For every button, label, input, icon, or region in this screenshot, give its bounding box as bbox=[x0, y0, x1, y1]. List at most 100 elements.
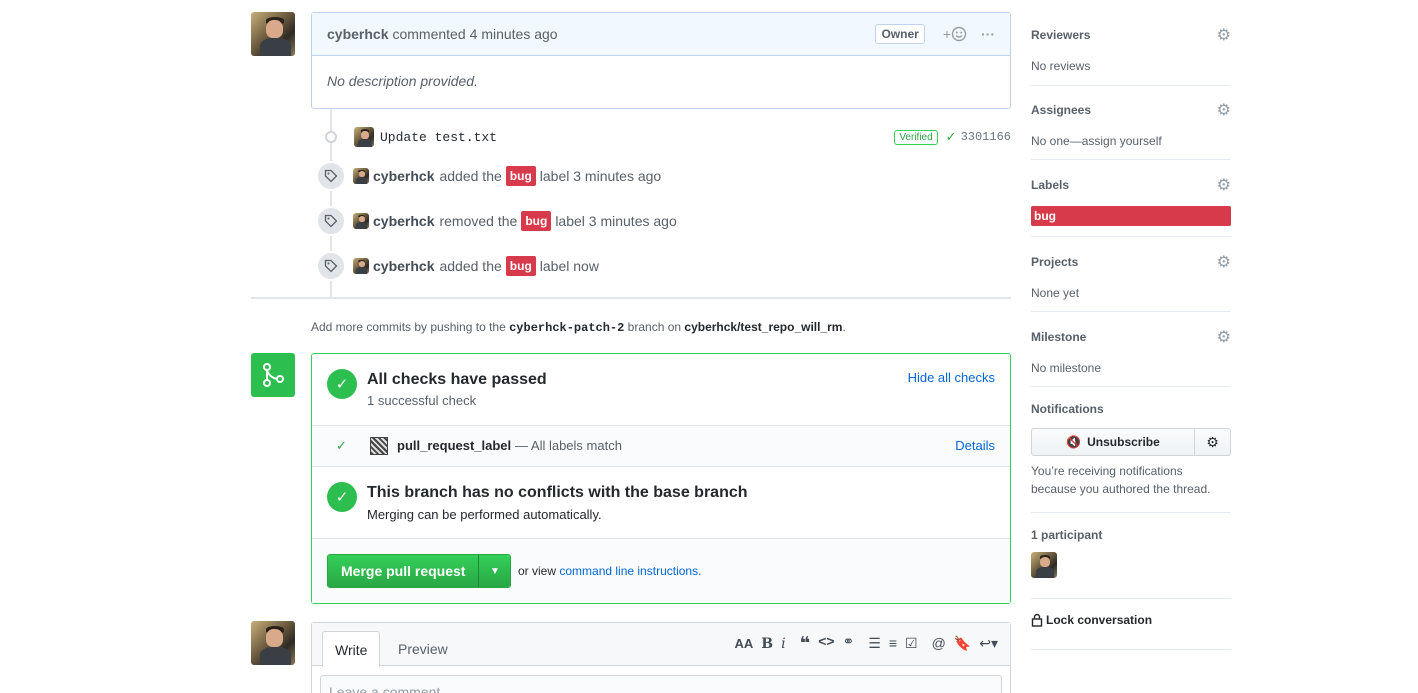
tag-icon bbox=[316, 161, 346, 191]
check-app-icon bbox=[370, 437, 388, 455]
heading-icon[interactable]: AA bbox=[735, 636, 754, 652]
code-icon[interactable]: <> bbox=[818, 633, 834, 654]
lock-icon bbox=[1031, 613, 1043, 627]
bold-icon[interactable]: B bbox=[761, 636, 773, 652]
link-icon[interactable]: ⚭ bbox=[843, 633, 855, 654]
hide-all-checks-link[interactable]: Hide all checks bbox=[908, 370, 995, 385]
sidebar-heading-participants: 1 participant bbox=[1031, 528, 1231, 542]
check-name: pull_request_label bbox=[397, 438, 512, 453]
notifications-title: Notifications bbox=[1031, 402, 1104, 416]
comment-author-avatar[interactable] bbox=[251, 12, 295, 56]
sidebar-notifications: Notifications 🔇 Unsubscribe ⚙ You’re rec… bbox=[1031, 402, 1231, 513]
checks-summary: ✓ All checks have passed 1 successful ch… bbox=[312, 354, 1010, 426]
participants-title: 1 participant bbox=[1031, 528, 1103, 542]
participant-avatar[interactable] bbox=[1031, 552, 1057, 578]
commit-author-avatar[interactable] bbox=[354, 127, 374, 147]
sidebar-projects: Projects ⚙ None yet bbox=[1031, 252, 1231, 312]
sidebar-assignees: Assignees ⚙ No one—assign yourself bbox=[1031, 100, 1231, 160]
checks-subtitle: 1 successful check bbox=[367, 393, 477, 408]
numbered-list-icon[interactable]: ≡ bbox=[889, 635, 897, 652]
quote-icon[interactable]: ❝ bbox=[800, 633, 811, 654]
event-author[interactable]: cyberhck bbox=[373, 258, 434, 274]
conflict-status: ✓ This branch has no conflicts with the … bbox=[312, 467, 1010, 539]
event-author-avatar[interactable] bbox=[353, 168, 369, 184]
merge-pull-request-button[interactable]: Merge pull request bbox=[328, 555, 479, 587]
success-check-icon: ✓ bbox=[327, 482, 357, 512]
event-author-avatar[interactable] bbox=[353, 258, 369, 274]
merge-method-dropdown[interactable]: ▼ bbox=[478, 555, 511, 587]
reply-icon[interactable]: ↩▾ bbox=[979, 635, 998, 652]
notifications-note: You’re receiving notifications because y… bbox=[1031, 464, 1211, 496]
comment-textarea[interactable]: Leave a comment bbox=[320, 675, 1002, 693]
commit-sha[interactable]: 3301166 bbox=[961, 130, 1011, 144]
lock-conversation-link[interactable]: Lock conversation bbox=[1031, 613, 1231, 627]
merge-actions: Merge pull request ▼ or view command lin… bbox=[312, 539, 1010, 603]
add-reaction-icon[interactable]: + bbox=[943, 26, 967, 42]
italic-icon[interactable]: i bbox=[781, 636, 785, 652]
bug-label[interactable]: bug bbox=[505, 256, 536, 276]
command-line-instructions-link[interactable]: command line instructions bbox=[559, 564, 698, 578]
unsubscribe-button[interactable]: 🔇 Unsubscribe bbox=[1031, 428, 1195, 456]
sidebar-lock: Lock conversation bbox=[1031, 613, 1231, 650]
success-check-icon: ✓ bbox=[327, 369, 357, 399]
sidebar-heading-projects: Projects ⚙ bbox=[1031, 252, 1231, 272]
new-comment-form: Write Preview AA B i ❝ <> ⚭ ☰ ≡ ☑ @ 🔖 ↩▾ bbox=[311, 622, 1011, 693]
check-details-link[interactable]: Details bbox=[955, 438, 995, 453]
check-icon[interactable]: ✓ bbox=[946, 129, 957, 145]
verified-badge[interactable]: Verified bbox=[894, 129, 938, 145]
gear-icon[interactable]: ⚙ bbox=[1217, 175, 1231, 195]
event-author-avatar[interactable] bbox=[353, 213, 369, 229]
repo-name[interactable]: cyberhck/test_repo_will_rm bbox=[684, 320, 842, 334]
alt-suffix: . bbox=[698, 564, 702, 578]
label-event: cyberhck removed the bug label 3 minutes… bbox=[316, 206, 1016, 236]
timeline-divider bbox=[251, 297, 1011, 299]
sidebar-heading-assignees: Assignees ⚙ bbox=[1031, 100, 1231, 120]
event-author[interactable]: cyberhck bbox=[373, 213, 434, 229]
comment-author[interactable]: cyberhck bbox=[327, 26, 388, 42]
bookmark-icon[interactable]: 🔖 bbox=[954, 635, 971, 652]
git-merge-icon bbox=[251, 353, 295, 397]
comment-header: cyberhck commented 4 minutes ago Owner +… bbox=[312, 13, 1010, 56]
gear-icon[interactable]: ⚙ bbox=[1217, 25, 1231, 45]
bug-label[interactable]: bug bbox=[521, 211, 552, 231]
bulleted-list-icon[interactable]: ☰ bbox=[868, 635, 881, 652]
reviewers-title: Reviewers bbox=[1031, 28, 1091, 42]
event-suffix: label 3 minutes ago bbox=[555, 213, 677, 229]
push-note: Add more commits by pushing to the cyber… bbox=[311, 320, 846, 335]
gear-icon[interactable]: ⚙ bbox=[1217, 252, 1231, 272]
sidebar-milestone: Milestone ⚙ No milestone bbox=[1031, 327, 1231, 387]
current-user-avatar[interactable] bbox=[251, 621, 295, 665]
comment-action: commented bbox=[392, 26, 466, 42]
push-note-middle: branch on bbox=[627, 320, 682, 334]
gear-icon[interactable]: ⚙ bbox=[1195, 428, 1231, 456]
sidebar-heading-milestone: Milestone ⚙ bbox=[1031, 327, 1231, 347]
owner-badge: Owner bbox=[875, 24, 925, 44]
event-suffix: label 3 minutes ago bbox=[539, 168, 662, 184]
mention-icon[interactable]: @ bbox=[932, 635, 946, 652]
milestone-title: Milestone bbox=[1031, 330, 1087, 344]
sidebar-labels: Labels ⚙ bug bbox=[1031, 175, 1231, 237]
commit-message[interactable]: Update test.txt bbox=[380, 130, 497, 145]
tab-write[interactable]: Write bbox=[322, 631, 381, 667]
event-action: added the bbox=[439, 258, 502, 274]
branch-name: cyberhck-patch-2 bbox=[509, 321, 625, 335]
check-row: ✓ pull_request_label — All labels match … bbox=[312, 426, 1010, 467]
label-event: cyberhck added the bug label 3 minutes a… bbox=[316, 161, 1016, 191]
gear-icon[interactable]: ⚙ bbox=[1217, 327, 1231, 347]
alt-prefix: or view bbox=[518, 564, 557, 578]
assignees-value[interactable]: No one—assign yourself bbox=[1031, 134, 1231, 148]
push-note-prefix: Add more commits by pushing to the bbox=[311, 320, 506, 334]
mute-icon: 🔇 bbox=[1066, 435, 1082, 449]
tag-icon bbox=[316, 206, 346, 236]
more-actions-icon[interactable]: ··· bbox=[981, 26, 995, 42]
event-author[interactable]: cyberhck bbox=[373, 168, 434, 184]
tab-preview[interactable]: Preview bbox=[386, 631, 460, 667]
comment-time[interactable]: 4 minutes ago bbox=[470, 26, 558, 42]
bug-label[interactable]: bug bbox=[1031, 206, 1231, 226]
projects-title: Projects bbox=[1031, 255, 1079, 269]
comment-body: No description provided. bbox=[327, 73, 478, 89]
task-list-icon[interactable]: ☑ bbox=[905, 635, 918, 652]
gear-icon[interactable]: ⚙ bbox=[1217, 100, 1231, 120]
bug-label[interactable]: bug bbox=[505, 166, 536, 186]
labels-title: Labels bbox=[1031, 178, 1070, 192]
